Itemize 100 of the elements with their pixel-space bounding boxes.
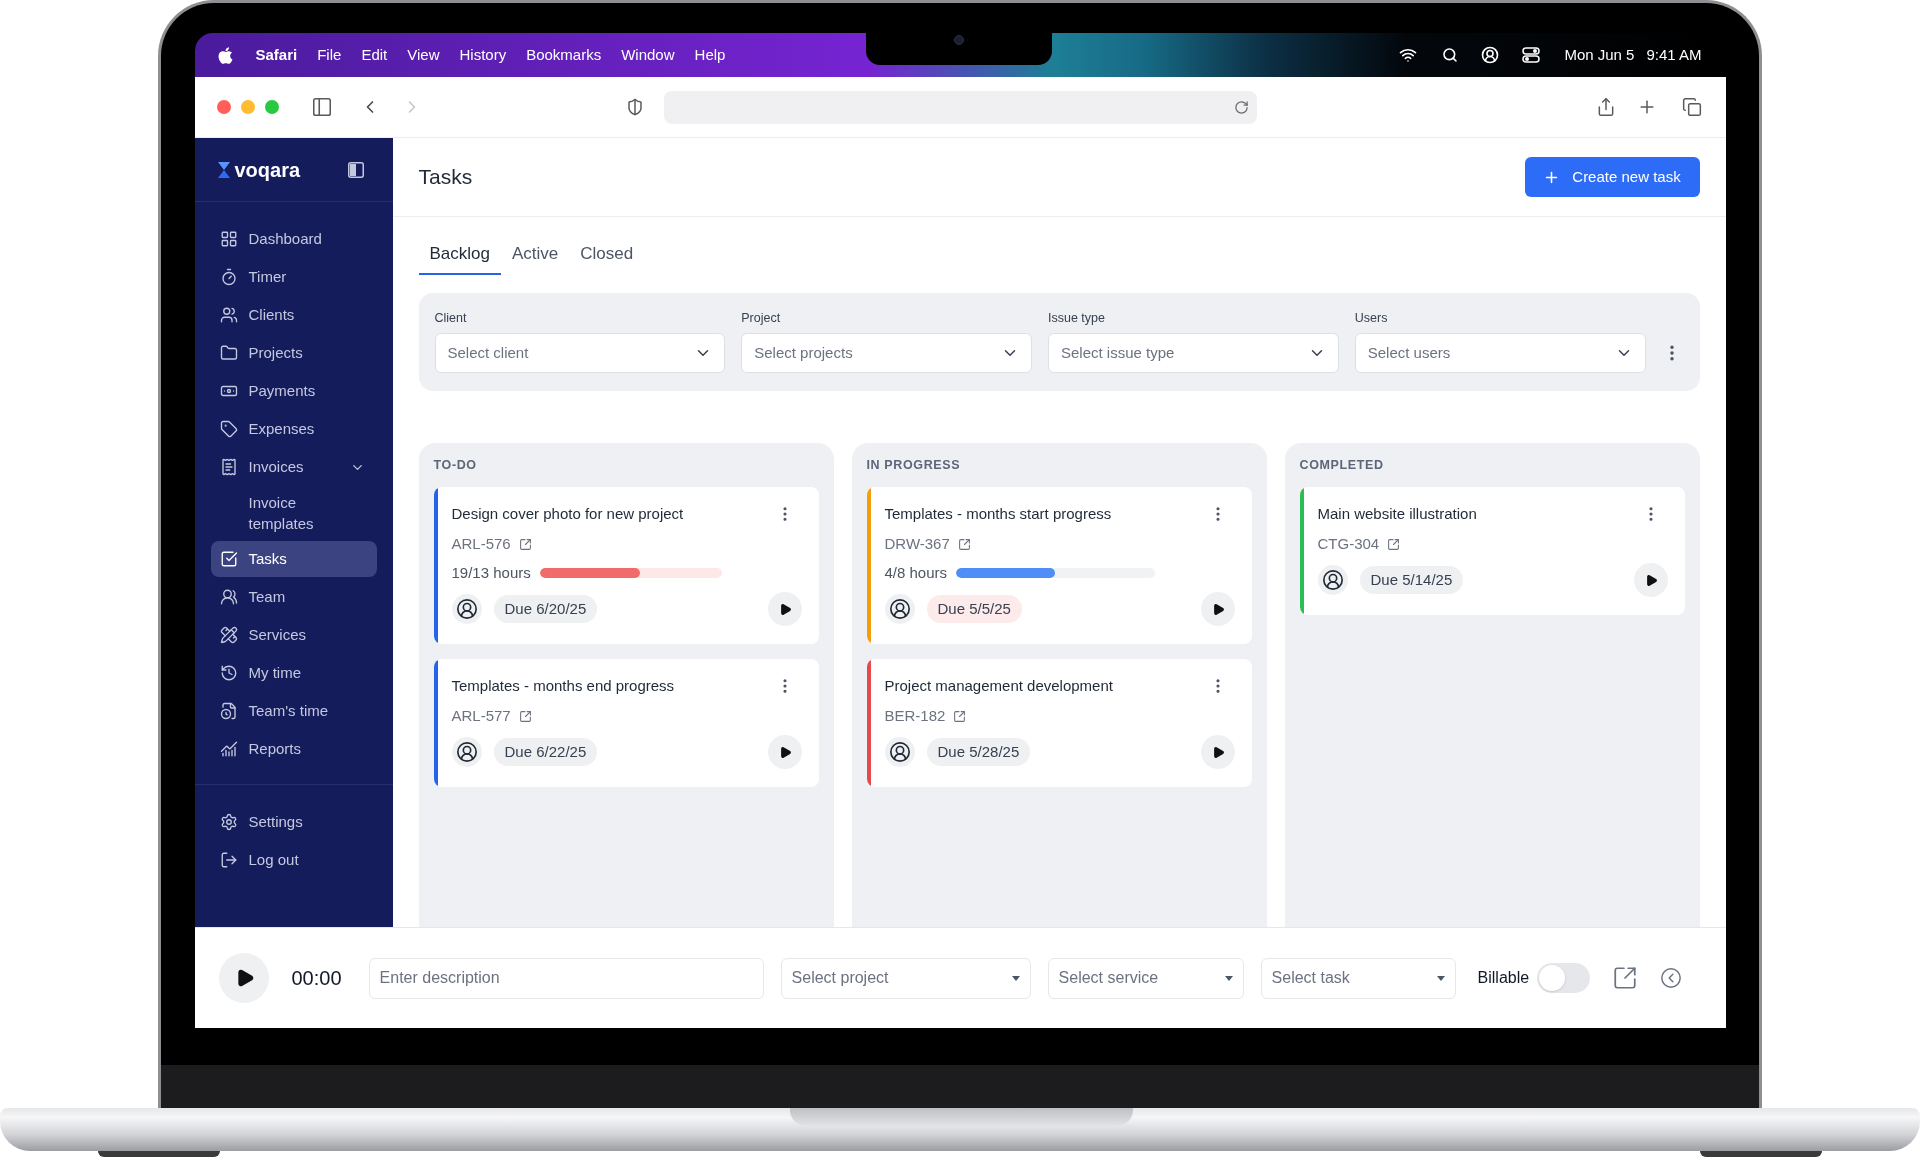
app-menu[interactable]: Safari — [255, 43, 298, 67]
task-title: Templates - months end progress — [451, 676, 675, 696]
menu-item[interactable]: Bookmarks — [526, 43, 602, 67]
dropdown-field[interactable]: Select client — [434, 333, 726, 373]
dropdown-field[interactable]: Select service — [1047, 957, 1244, 999]
sidebar-toggle-icon[interactable] — [310, 96, 333, 118]
play-button[interactable] — [1633, 563, 1668, 597]
sidebar-item[interactable]: Projects — [210, 335, 377, 371]
menu-item[interactable]: History — [459, 43, 507, 67]
user-avatar-icon — [884, 594, 915, 624]
tag-icon — [219, 420, 238, 438]
task-card[interactable]: Design cover photo for new project ARL-576 19/13 hours Due 6/20/25 — [433, 487, 819, 644]
task-code: DRW-367 — [884, 534, 950, 554]
filter-label: Client — [434, 310, 468, 326]
menu-item[interactable]: Help — [694, 43, 726, 67]
task-card[interactable]: Main website illustration CTG-304 Due 5/14/25 — [1299, 487, 1685, 615]
sidebar-toggle-icon[interactable] — [347, 161, 364, 178]
sidebar-item[interactable]: Invoice templates — [210, 487, 377, 539]
people-icon — [219, 588, 238, 606]
logout-icon — [219, 851, 238, 869]
column-title: TO-DO — [433, 457, 478, 473]
sidebar-item[interactable]: Team — [210, 579, 377, 615]
task-code: ARL-577 — [451, 706, 511, 726]
sidebar-item[interactable]: Clients — [210, 297, 377, 333]
close-window-icon[interactable] — [216, 100, 231, 114]
shield-icon[interactable] — [625, 98, 644, 116]
sidebar-item[interactable]: Team's time — [210, 693, 377, 729]
play-icon — [779, 745, 792, 759]
task-card[interactable]: Templates - months end progress ARL-577 Due 6/22/25 — [433, 659, 819, 787]
external-link-icon[interactable] — [518, 537, 532, 551]
search-icon[interactable] — [1442, 47, 1459, 63]
apple-icon[interactable] — [216, 45, 234, 65]
sidebar-item[interactable]: Settings — [210, 804, 377, 840]
sidebar-item[interactable]: Invoices — [210, 449, 377, 485]
task-card[interactable]: Templates - months start progress DRW-367 4/8 hours Due 5/5/25 — [866, 487, 1252, 644]
sidebar-item[interactable]: Reports — [210, 731, 377, 767]
dropdown-field[interactable]: Select users — [1354, 333, 1646, 373]
user-avatar-icon — [451, 594, 482, 624]
user-avatar-icon — [1317, 565, 1348, 595]
tabs-overview-icon[interactable] — [1681, 97, 1702, 117]
play-button[interactable] — [767, 592, 802, 626]
due-date-badge: Due 5/28/25 — [926, 738, 1031, 766]
menu-item[interactable]: View — [407, 43, 440, 67]
menu-bar-clock[interactable]: 9:41 AM — [1646, 43, 1702, 67]
users-icon — [219, 306, 238, 324]
wifi-icon[interactable] — [1399, 46, 1418, 64]
history-icon — [219, 664, 238, 682]
task-code: CTG-304 — [1317, 534, 1380, 554]
file-clock-icon — [219, 702, 238, 720]
play-button[interactable] — [767, 735, 802, 769]
billable-label: Billable — [1477, 968, 1530, 988]
external-link-icon[interactable] — [957, 537, 971, 551]
tab[interactable]: Closed — [569, 235, 645, 275]
camera-icon — [953, 35, 964, 45]
settings-icon — [219, 813, 238, 831]
external-link-icon[interactable] — [518, 709, 532, 723]
stopwatch-icon — [219, 268, 238, 286]
sidebar-item[interactable]: Timer — [210, 259, 377, 295]
dropdown-field[interactable]: Select projects — [741, 333, 1032, 373]
page-title: Tasks — [418, 164, 473, 191]
external-link-icon[interactable] — [953, 709, 967, 723]
external-link-icon[interactable] — [1612, 965, 1639, 991]
external-link-icon[interactable] — [1387, 537, 1401, 551]
due-date-badge: Due 6/22/25 — [493, 738, 598, 766]
receipt-icon — [219, 458, 238, 476]
sidebar-item[interactable]: Log out — [210, 842, 377, 878]
toggles-icon[interactable] — [1522, 47, 1541, 63]
chevron-left-circle-icon[interactable] — [1660, 967, 1683, 989]
grid-icon — [219, 230, 238, 248]
task-code: BER-182 — [884, 706, 946, 726]
tab[interactable]: Active — [501, 235, 570, 275]
play-icon — [1212, 602, 1225, 616]
play-icon — [779, 602, 792, 616]
sidebar-item[interactable]: Tasks — [210, 541, 377, 577]
create-task-button[interactable]: Create new task — [1524, 157, 1700, 197]
column-title: COMPLETED — [1299, 457, 1385, 473]
sidebar-item[interactable]: My time — [210, 655, 377, 691]
menu-item[interactable]: File — [317, 43, 342, 67]
play-button[interactable] — [1200, 735, 1235, 769]
menu-bar-date[interactable]: Mon Jun 5 — [1564, 43, 1635, 67]
reload-icon[interactable] — [1233, 99, 1249, 115]
menu-item[interactable]: Edit — [361, 43, 388, 67]
filter-label: Users — [1354, 310, 1389, 326]
sidebar-item[interactable]: Expenses — [210, 411, 377, 447]
due-date-badge: Due 6/20/25 — [493, 595, 598, 623]
play-button[interactable] — [1200, 592, 1235, 626]
due-date-badge: Due 5/5/25 — [926, 595, 1022, 623]
menu-item[interactable]: Window — [621, 43, 675, 67]
dropdown-field[interactable]: Select task — [1260, 957, 1456, 999]
task-card[interactable]: Project management development BER-182 Due 5/28/25 — [866, 659, 1252, 787]
dropdown-field[interactable]: Select issue type — [1048, 333, 1339, 373]
sidebar-item[interactable]: Payments — [210, 373, 377, 409]
description-input[interactable]: Enter description — [368, 957, 764, 999]
sidebar-item[interactable]: Dashboard — [210, 221, 377, 257]
user-circle-icon[interactable] — [1481, 46, 1500, 64]
dropdown-field[interactable]: Select project — [780, 957, 1031, 999]
play-button[interactable] — [218, 953, 269, 1003]
sidebar-item[interactable]: Services — [210, 617, 377, 653]
billable-toggle[interactable] — [1537, 963, 1591, 993]
tab[interactable]: Backlog — [418, 235, 501, 275]
